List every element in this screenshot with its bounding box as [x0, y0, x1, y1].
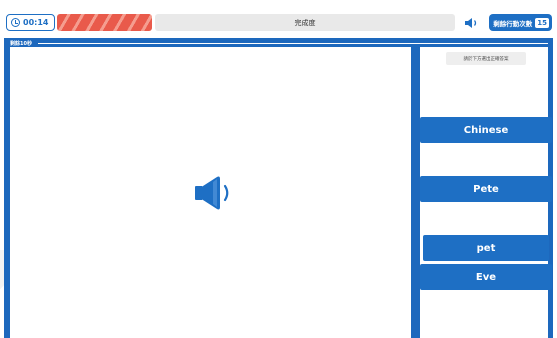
- play-audio-button[interactable]: [192, 174, 238, 212]
- progress-label: 完成度: [294, 18, 316, 27]
- answer-option-label: Chinese: [463, 124, 509, 136]
- frame-divider: [38, 43, 548, 44]
- volume-icon: [465, 17, 477, 28]
- remaining-actions-badge: 剩餘行動次數 15: [489, 14, 552, 31]
- instruction-text: 請於下方選出正確答案: [463, 56, 509, 62]
- remaining-actions-label: 剩餘行動次數: [493, 19, 533, 28]
- answer-option-pete[interactable]: Pete: [420, 176, 552, 202]
- completion-progress-bar: 完成度: [155, 14, 455, 31]
- answer-option-label: Eve: [475, 271, 497, 283]
- answer-option-pet[interactable]: pet: [423, 235, 549, 261]
- answer-option-eve[interactable]: Eve: [420, 264, 552, 290]
- remaining-actions-count: 15: [535, 17, 549, 28]
- game-screen: 00:14 完成度 剩餘行動次數 15 剩餘10秒 請於下方選出正確答案 Chi…: [0, 0, 557, 338]
- clock-icon: [11, 18, 20, 27]
- sound-toggle-button[interactable]: [459, 14, 485, 31]
- time-remaining-bar: [57, 14, 152, 31]
- answer-option-chinese[interactable]: Chinese: [420, 117, 552, 143]
- timer-display: 00:14: [6, 14, 55, 31]
- timer-value: 00:14: [23, 18, 49, 27]
- speaker-icon: [195, 176, 229, 210]
- answer-option-label: pet: [476, 242, 496, 254]
- frame-timer-label: 剩餘10秒: [10, 41, 32, 47]
- instruction-tag: 請於下方選出正確答案: [446, 52, 526, 65]
- answer-option-label: Pete: [473, 183, 499, 195]
